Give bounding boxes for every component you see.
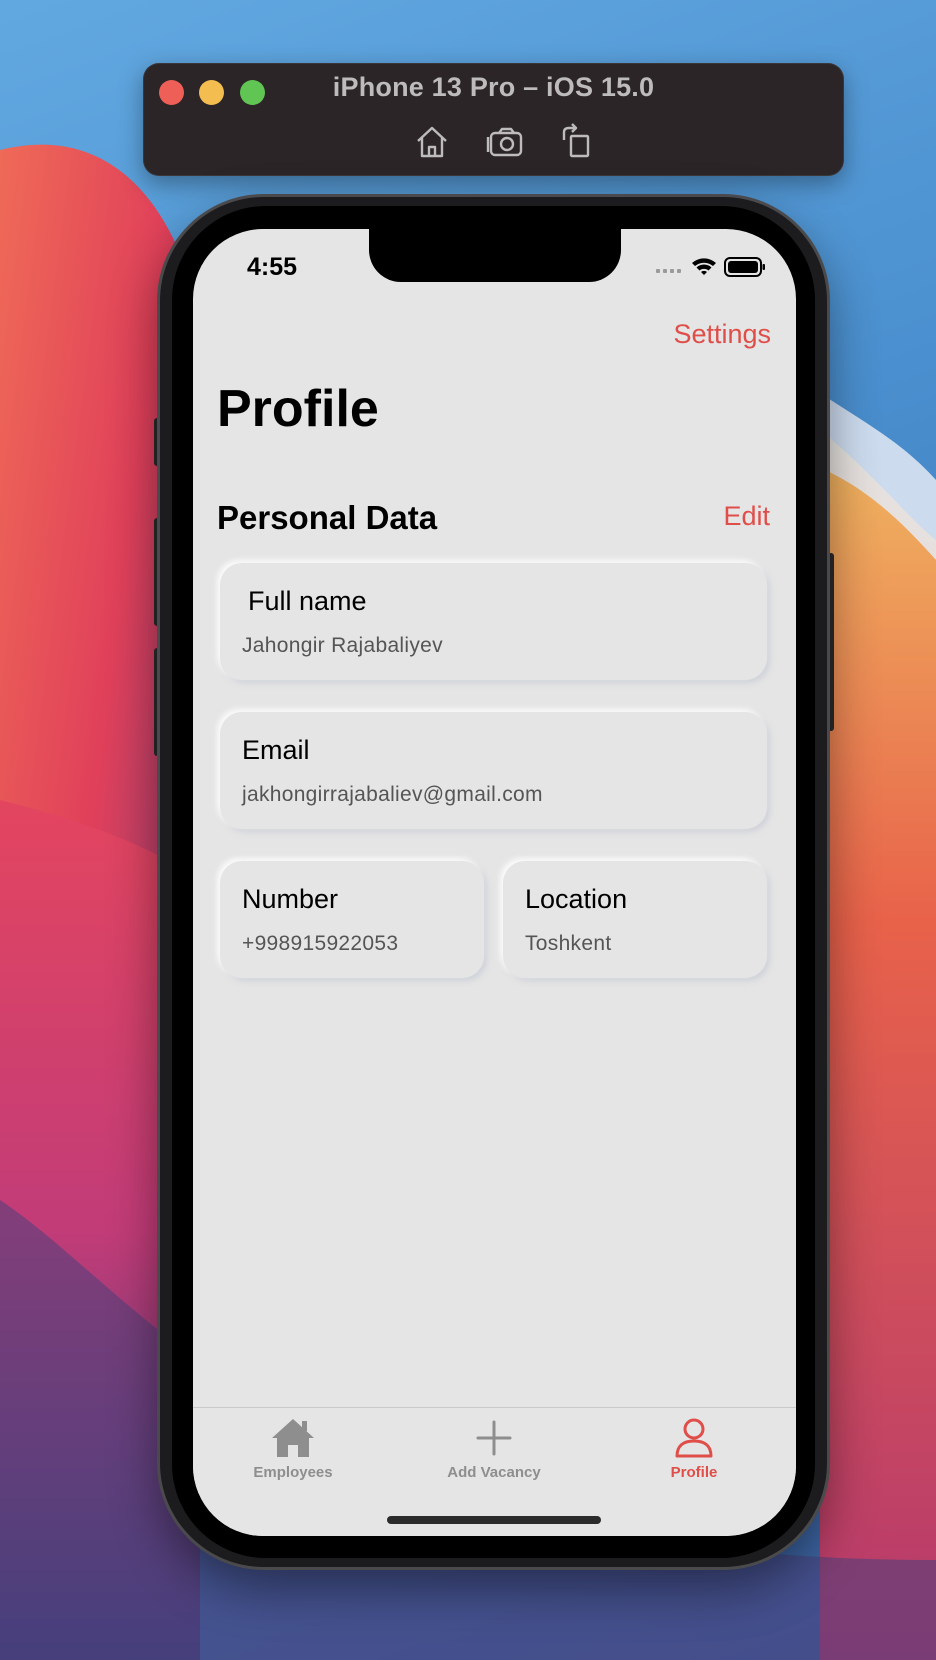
page-title: Profile	[217, 380, 379, 438]
plus-icon	[476, 1420, 512, 1456]
settings-button[interactable]: Settings	[673, 319, 771, 350]
email-card[interactable]: Email jakhongirrajabaliev@gmail.com	[220, 712, 767, 829]
status-icons	[656, 255, 766, 279]
tab-add-vacancy[interactable]: Add Vacancy	[414, 1416, 574, 1481]
email-label: Email	[242, 735, 310, 765]
battery-icon	[724, 257, 765, 277]
wifi-icon	[692, 258, 716, 275]
number-card[interactable]: Number +998915922053	[220, 861, 484, 978]
home-indicator	[387, 1516, 601, 1524]
home-icon[interactable]	[412, 122, 452, 162]
full-name-card[interactable]: Full name Jahongir Rajabaliyev	[220, 563, 767, 680]
full-name-label: Full name	[248, 586, 367, 616]
tab-employees-label: Employees	[253, 1464, 333, 1481]
tab-profile[interactable]: Profile	[614, 1416, 774, 1481]
location-card[interactable]: Location Toshkent	[503, 861, 767, 978]
tab-add-vacancy-label: Add Vacancy	[447, 1464, 541, 1481]
house-icon	[272, 1419, 314, 1457]
tab-employees[interactable]: Employees	[213, 1416, 373, 1481]
notch	[369, 229, 621, 282]
person-icon	[675, 1418, 713, 1458]
rotate-icon[interactable]	[556, 122, 596, 162]
signal-icon	[656, 269, 681, 273]
section-title: Personal Data	[217, 499, 438, 536]
email-value: jakhongirrajabaliev@gmail.com	[242, 783, 543, 806]
location-value: Toshkent	[525, 932, 612, 955]
status-time: 4:55	[247, 253, 298, 281]
number-value: +998915922053	[242, 932, 399, 955]
power-button	[826, 553, 834, 731]
simulator-title: iPhone 13 Pro – iOS 15.0	[332, 72, 655, 102]
full-name-value: Jahongir Rajabaliyev	[242, 634, 443, 657]
phone-screen: 4:55 Settings Profile Personal Data Edit…	[193, 229, 796, 1536]
tab-profile-label: Profile	[670, 1464, 718, 1481]
screenshot-icon[interactable]	[486, 122, 526, 162]
number-label: Number	[242, 884, 339, 914]
edit-button[interactable]: Edit	[723, 501, 770, 532]
location-label: Location	[525, 884, 628, 914]
